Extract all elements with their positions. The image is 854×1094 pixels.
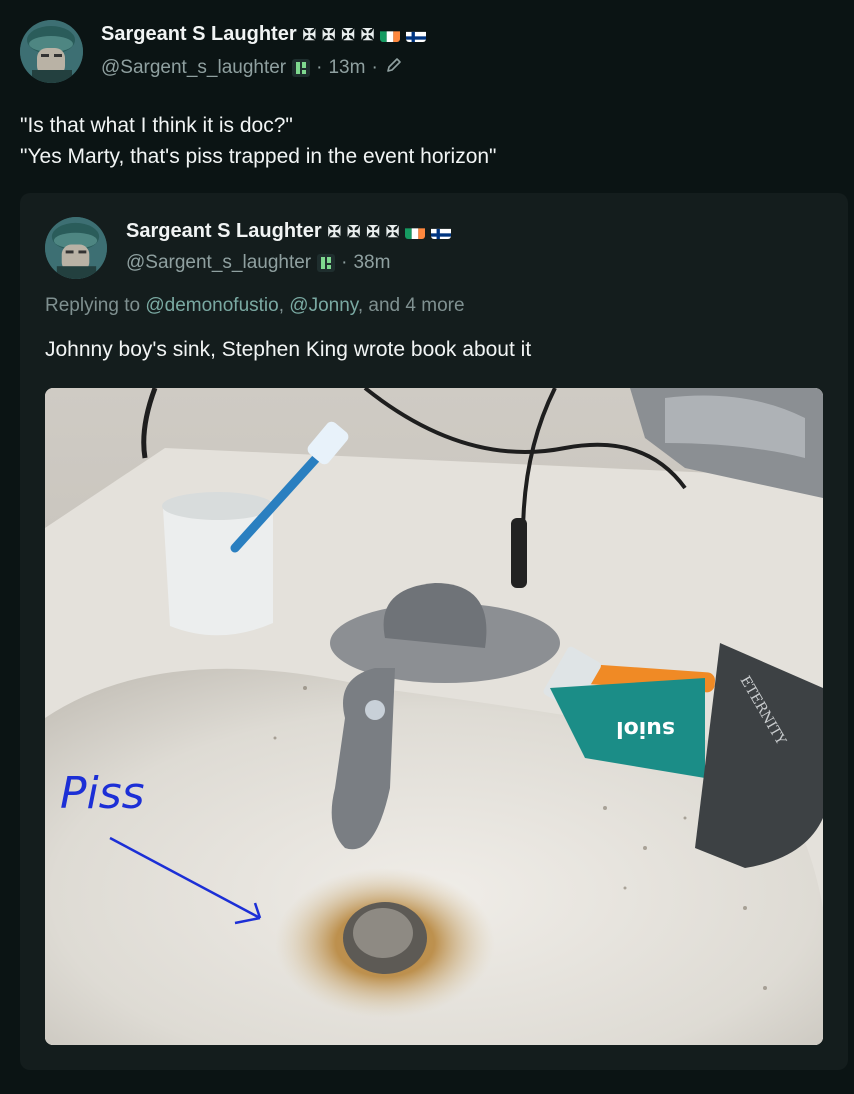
sink-photo: suiol ETERNITY Piss (45, 388, 823, 1045)
separator-dot: · (341, 252, 348, 273)
avatar-image (20, 20, 83, 83)
finland-flag-icon (431, 225, 452, 239)
author-handle[interactable]: @Sargent_s_laughter (101, 57, 286, 79)
more-mentions[interactable]: , and 4 more (358, 295, 465, 316)
annotation-text: Piss (60, 768, 145, 819)
pleroma-icon (317, 254, 336, 272)
iron-cross-icon: ✠ (341, 26, 355, 44)
razor-label: suiol (616, 716, 675, 741)
avatar[interactable] (20, 20, 83, 83)
iron-cross-icon: ✠ (322, 26, 336, 44)
post-body: "Is that what I think it is doc?" "Yes M… (20, 114, 497, 168)
ireland-flag-icon (380, 28, 401, 42)
author-handle[interactable]: @Sargent_s_laughter (126, 252, 311, 274)
mention-link[interactable]: @demonofustio (145, 295, 278, 316)
iron-cross-icon: ✠ (385, 223, 400, 241)
post-meta: @Sargent_s_laughter · 13m · (101, 55, 404, 81)
mention-link[interactable]: @Jonny (289, 295, 358, 316)
separator-dot: · (371, 57, 378, 78)
author-name-text: Sargeant S Laughter (101, 23, 297, 45)
author-name[interactable]: Sargeant S Laughter ✠ ✠ ✠ ✠ (101, 23, 427, 46)
replying-to: Replying to @demonofustio, @Jonny, and 4… (45, 295, 465, 317)
author-name-text: Sargeant S Laughter (126, 220, 322, 242)
pleroma-icon (292, 59, 311, 77)
iron-cross-icon: ✠ (347, 223, 361, 241)
iron-cross-icon: ✠ (327, 223, 342, 241)
pencil-icon[interactable] (384, 55, 404, 81)
mention-separator: , (278, 295, 290, 316)
attached-photo[interactable]: suiol ETERNITY Piss (45, 388, 823, 1045)
quoted-post-body: Johnny boy's sink, Stephen King wrote bo… (45, 338, 532, 361)
iron-cross-icon: ✠ (366, 223, 380, 241)
iron-cross-icon: ✠ (360, 26, 375, 44)
iron-cross-icon: ✠ (302, 26, 317, 44)
separator-dot: · (316, 57, 323, 78)
quoted-avatar[interactable] (45, 217, 107, 279)
finland-flag-icon (406, 28, 427, 42)
ireland-flag-icon (405, 225, 426, 239)
quoted-author-name[interactable]: Sargeant S Laughter ✠ ✠ ✠ ✠ (126, 220, 452, 243)
avatar-image (45, 217, 107, 279)
post-time[interactable]: 38m (353, 252, 390, 274)
quoted-post-meta: @Sargent_s_laughter · 38m (126, 252, 390, 274)
replying-prefix: Replying to (45, 295, 146, 316)
post-time[interactable]: 13m (328, 57, 365, 79)
